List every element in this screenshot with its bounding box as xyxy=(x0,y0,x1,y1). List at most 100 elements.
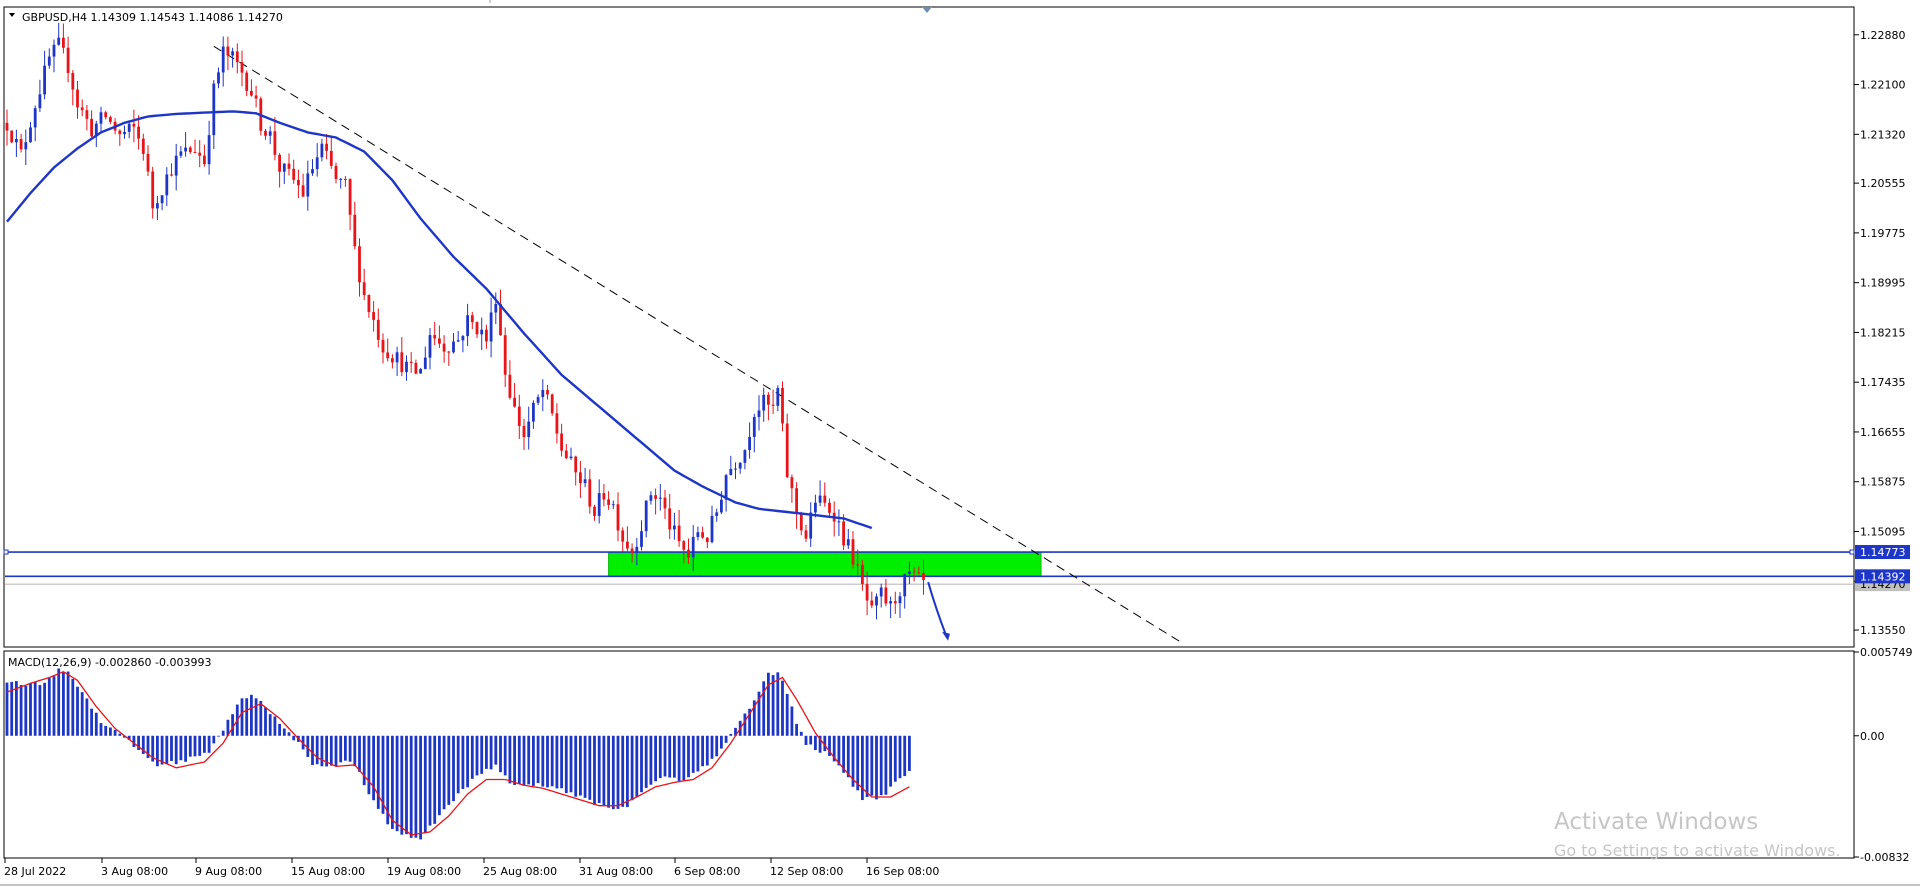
macd-histogram-bar xyxy=(5,682,9,736)
candle-body xyxy=(588,479,592,507)
time-tick-label: 3 Aug 08:00 xyxy=(101,865,168,878)
time-tick-label: 6 Sep 08:00 xyxy=(674,865,740,878)
macd-histogram-bar xyxy=(19,685,23,736)
candle-body xyxy=(193,152,197,154)
price-tick-label: 1.19775 xyxy=(1860,227,1906,240)
macd-histogram-bar xyxy=(358,735,361,772)
trading-chart[interactable]: 1.22880 1.22100 1.21320 1.20555 1.19775 1.189… xyxy=(0,0,1920,888)
time-tick-label: 25 Aug 08:00 xyxy=(483,865,557,878)
candle-body xyxy=(649,495,653,501)
candle-body xyxy=(362,282,366,296)
macd-histogram-bar xyxy=(903,735,907,777)
macd-histogram-bar xyxy=(315,735,319,765)
candle-body xyxy=(160,195,164,204)
macd-tick-label: -0.00832 xyxy=(1860,851,1909,864)
macd-histogram-bar xyxy=(889,735,892,787)
macd-histogram-bar xyxy=(442,735,446,810)
macd-histogram-bar xyxy=(456,735,460,794)
candle-body xyxy=(38,94,42,109)
candle-body xyxy=(846,539,850,546)
candle-body xyxy=(353,214,357,247)
candle-body xyxy=(15,139,18,143)
macd-histogram-bar xyxy=(499,735,502,773)
candle-body xyxy=(71,72,75,90)
candle-body xyxy=(898,596,902,604)
candle-body xyxy=(720,499,723,513)
candle-body xyxy=(339,178,343,180)
macd-histogram-bar xyxy=(165,735,169,765)
macd-histogram-bar xyxy=(776,672,780,736)
candle-body xyxy=(564,450,568,459)
candle-body xyxy=(315,157,319,170)
candle-body xyxy=(583,479,587,484)
macd-histogram-bar xyxy=(38,685,42,736)
candle-body xyxy=(767,394,770,405)
candle-body xyxy=(461,336,465,341)
macd-histogram-bar xyxy=(743,713,747,736)
candle-body xyxy=(80,107,84,111)
macd-histogram-bar xyxy=(391,735,394,829)
candle-body xyxy=(29,127,32,143)
time-tick-label: 15 Aug 08:00 xyxy=(291,865,365,878)
macd-histogram-bar xyxy=(785,693,789,736)
macd-histogram-bar xyxy=(423,735,427,833)
candle-body xyxy=(597,493,601,516)
time-tick-label: 9 Aug 08:00 xyxy=(195,865,262,878)
candle-body xyxy=(922,572,925,581)
candle-body xyxy=(607,499,610,505)
candle-body xyxy=(76,89,79,108)
price-labels: 1.142701.147731.14392 xyxy=(1855,545,1910,592)
candle-body xyxy=(137,126,140,139)
candle-body xyxy=(329,150,333,166)
candle-body xyxy=(743,450,747,463)
macd-axis: 0.005749 0.00 -0.00832 xyxy=(1854,646,1913,864)
candle-body xyxy=(705,537,709,543)
macd-histogram-bar xyxy=(640,735,643,793)
macd-histogram-bar xyxy=(367,735,371,795)
candle-body xyxy=(560,433,563,451)
macd-histogram-bar xyxy=(113,729,117,736)
macd-histogram-bar xyxy=(691,735,695,773)
candle-body xyxy=(19,139,23,150)
candle-body xyxy=(109,117,112,122)
macd-histogram-bar xyxy=(109,727,112,736)
macd-histogram-bar xyxy=(701,735,704,767)
activate-windows-subtitle[interactable]: Go to Settings to activate Windows. xyxy=(1554,841,1841,860)
candle-body xyxy=(823,495,827,503)
macd-histogram-bar xyxy=(541,735,545,787)
activate-windows-title: Activate Windows xyxy=(1554,809,1758,835)
macd-histogram-bar xyxy=(654,735,657,782)
macd-histogram-bar xyxy=(771,675,775,736)
macd-histogram-bar xyxy=(489,735,493,770)
candle-body xyxy=(348,179,352,215)
macd-histogram-bar xyxy=(250,694,253,736)
time-tick-label: 19 Aug 08:00 xyxy=(387,865,461,878)
candle-body xyxy=(301,185,305,197)
macd-histogram-bar xyxy=(611,735,615,810)
macd-histogram-bar xyxy=(715,735,719,757)
macd-histogram-bar xyxy=(480,735,484,774)
candle-body xyxy=(235,51,239,63)
support-zone xyxy=(608,551,1042,577)
candle-body xyxy=(466,315,469,337)
macd-histogram-bar xyxy=(705,735,709,766)
candle-body xyxy=(118,130,122,135)
macd-histogram-bar xyxy=(240,698,244,736)
macd-histogram-bar xyxy=(799,731,803,736)
macd-histogram-bar xyxy=(710,735,714,759)
candle-body xyxy=(682,541,686,550)
candle-body xyxy=(569,456,573,459)
price-tick-label: 1.13550 xyxy=(1860,624,1906,637)
candle-body xyxy=(875,596,878,606)
macd-histogram-bar xyxy=(893,735,897,782)
candle-body xyxy=(165,174,169,196)
macd-histogram-bar xyxy=(212,735,216,744)
macd-histogram-bar xyxy=(658,735,662,779)
candle-body xyxy=(212,83,216,136)
macd-histogram-bar xyxy=(160,735,164,765)
candle-body xyxy=(677,525,681,542)
candle-body xyxy=(297,179,300,186)
support-zone-layer xyxy=(608,551,1042,577)
macd-histogram-bar xyxy=(870,735,874,796)
candle-body xyxy=(320,143,324,158)
